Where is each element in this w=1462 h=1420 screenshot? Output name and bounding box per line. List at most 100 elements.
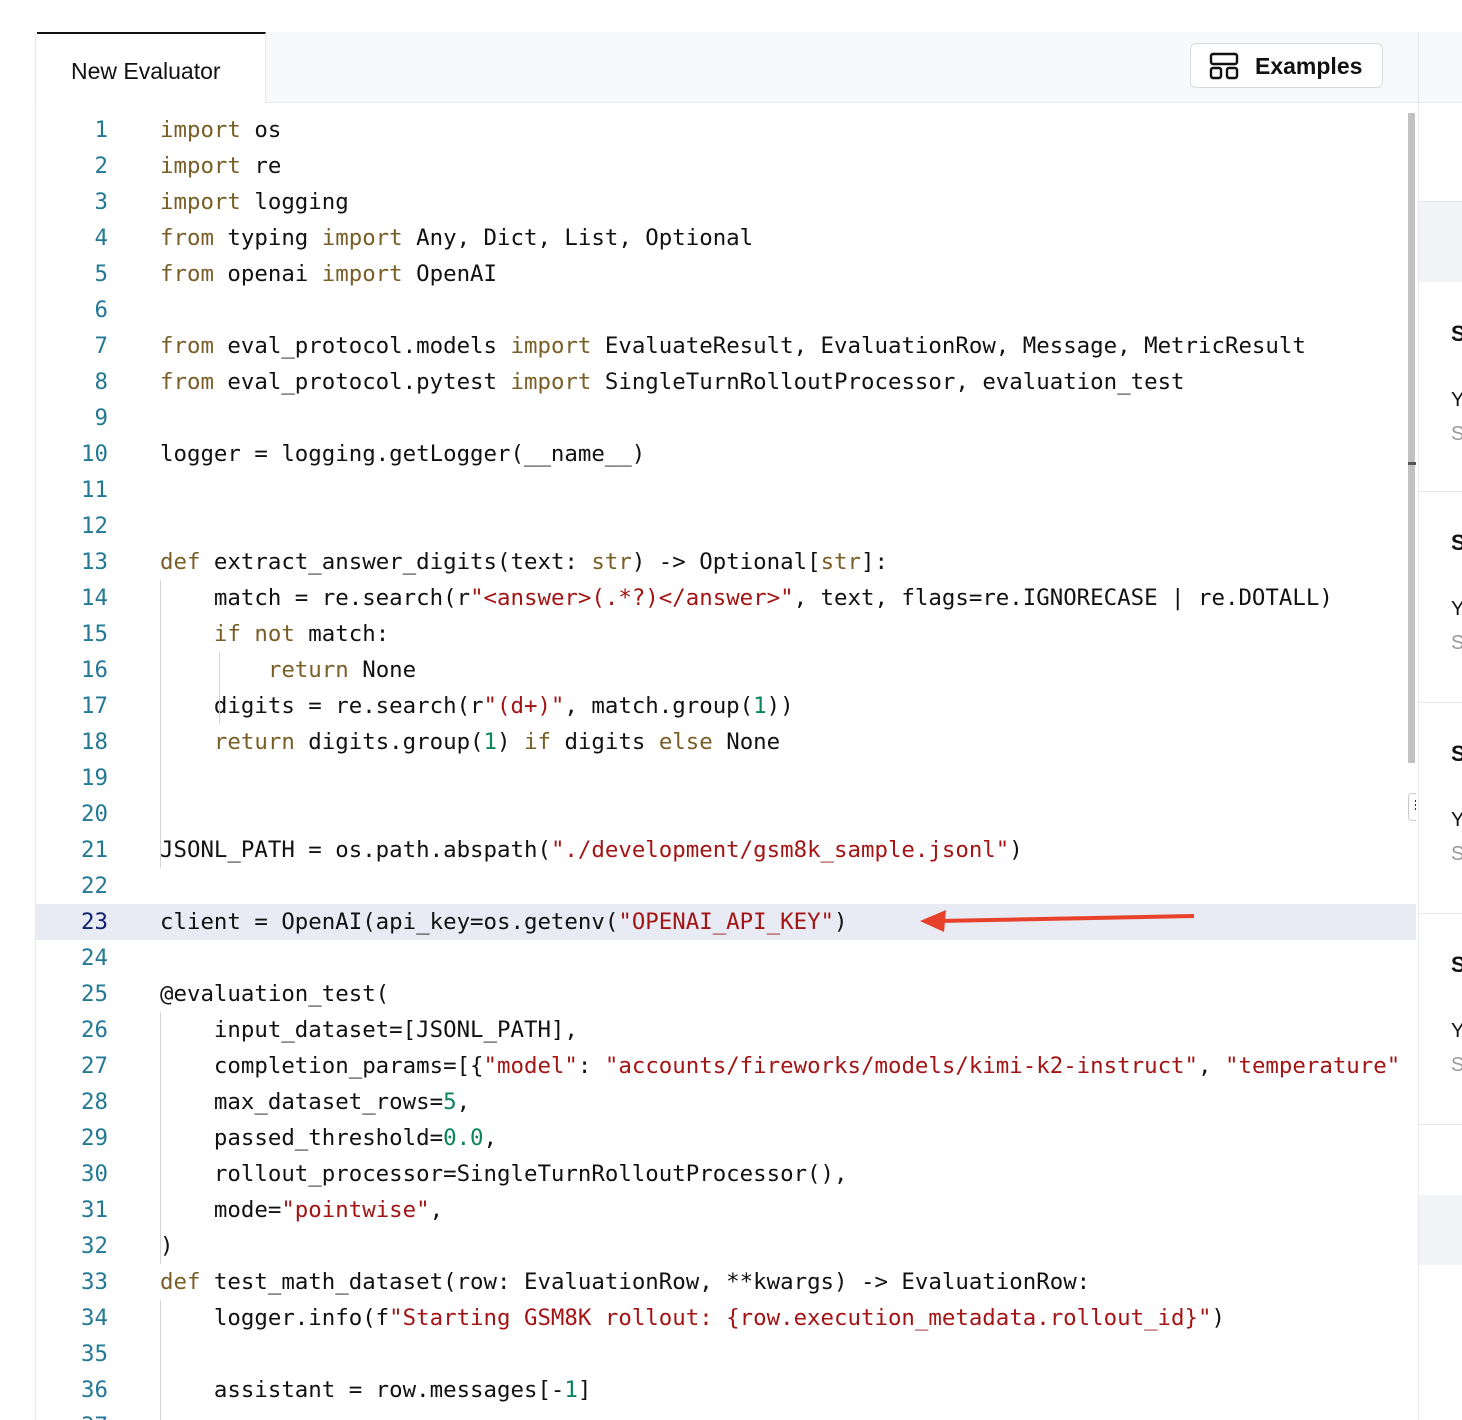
code-text: max_dataset_rows=5, — [160, 1084, 470, 1120]
code-line[interactable]: 29 passed_threshold=0.0, — [36, 1120, 1416, 1156]
line-number: 19 — [81, 765, 108, 791]
code-line[interactable]: 31 mode="pointwise", — [36, 1192, 1416, 1228]
code-token: "(d+)" — [483, 693, 565, 719]
code-token: from — [160, 261, 214, 287]
code-text: def extract_answer_digits(text: str) -> … — [160, 544, 888, 580]
code-token: : — [577, 1053, 605, 1079]
code-token: from — [160, 333, 214, 359]
side-panel-input[interactable] — [1419, 1195, 1462, 1265]
side-panel-section[interactable] — [1419, 103, 1462, 202]
code-line[interactable]: 18 return digits.group(1) if digits else… — [36, 724, 1416, 760]
code-text: @evaluation_test( — [160, 976, 389, 1012]
code-token: match: — [294, 621, 390, 647]
side-panel-card[interactable]: S Y S — [1419, 492, 1462, 703]
code-line[interactable]: 22 — [36, 868, 1416, 904]
code-token: , — [1198, 1053, 1225, 1079]
code-line[interactable]: 25 @evaluation_test( — [36, 976, 1416, 1012]
code-line[interactable]: 26 input_dataset=[JSONL_PATH], — [36, 1012, 1416, 1048]
code-text: JSONL_PATH = os.path.abspath("./developm… — [160, 832, 1023, 868]
code-line[interactable]: 8 from eval_protocol.pytest import Single… — [36, 364, 1416, 400]
code-line[interactable]: 4 from typing import Any, Dict, List, Opt… — [36, 220, 1416, 256]
code-line[interactable]: 32) — [36, 1228, 1416, 1264]
code-token: EvaluateResult, EvaluationRow, Message, … — [591, 333, 1306, 359]
code-text: client = OpenAI(api_key=os.getenv("OPENA… — [160, 904, 848, 940]
code-line[interactable]: 13 def extract_answer_digits(text: str) -… — [36, 544, 1416, 580]
code-line[interactable]: 35 — [36, 1336, 1416, 1372]
code-line[interactable]: 19 — [36, 760, 1416, 796]
side-panel-card[interactable]: S Y S — [1419, 283, 1462, 492]
code-line[interactable]: 10 logger = logging.getLogger(__name__) — [36, 436, 1416, 472]
code-text: digits = re.search(r"(d+)", match.group(… — [160, 688, 794, 724]
code-line[interactable]: 17 digits = re.search(r"(d+)", match.gro… — [36, 688, 1416, 724]
indent-guide — [219, 652, 220, 724]
code-line[interactable]: 11 — [36, 472, 1416, 508]
code-line[interactable]: 34 logger.info(f"Starting GSM8K rollout:… — [36, 1300, 1416, 1336]
drag-handle-icon[interactable]: ⠿ — [1408, 793, 1416, 821]
code-token: , text, flags=re.IGNORECASE | re.DOTALL) — [793, 585, 1333, 611]
line-number: 6 — [94, 297, 108, 323]
code-editor[interactable]: 3736 assistant = row.messages[-1]3534 lo… — [36, 103, 1416, 1420]
code-token: import — [160, 117, 241, 143]
card-title: S — [1451, 530, 1462, 555]
line-number: 26 — [81, 1017, 108, 1043]
code-token: extract_answer_digits(text: — [200, 549, 592, 575]
code-text: import os — [160, 112, 281, 148]
code-line[interactable]: 27 completion_params=[{"model": "account… — [36, 1048, 1416, 1084]
code-text: return None — [160, 652, 416, 688]
code-line[interactable]: 9 — [36, 400, 1416, 436]
line-number: 32 — [81, 1233, 108, 1259]
code-text: from typing import Any, Dict, List, Opti… — [160, 220, 753, 256]
code-line[interactable]: 30 rollout_processor=SingleTurnRolloutPr… — [36, 1156, 1416, 1192]
code-line[interactable]: 12 — [36, 508, 1416, 544]
line-number: 2 — [94, 153, 108, 179]
line-number: 4 — [94, 225, 108, 251]
code-line[interactable]: 20 — [36, 796, 1416, 832]
code-token: "pointwise" — [281, 1197, 430, 1223]
side-panel-card[interactable]: S Y S — [1419, 703, 1462, 914]
code-line[interactable]: 33 def test_math_dataset(row: EvaluationR… — [36, 1264, 1416, 1300]
code-token: else — [658, 729, 713, 755]
code-line[interactable]: 2 import re — [36, 148, 1416, 184]
code-line[interactable]: 1 import os — [36, 112, 1416, 148]
examples-button[interactable]: Examples — [1190, 43, 1383, 88]
card-subtext: S — [1451, 632, 1462, 654]
code-line[interactable]: 7 from eval_protocol.models import Evalua… — [36, 328, 1416, 364]
code-token: "temperature" — [1224, 1053, 1401, 1079]
left-gutter — [0, 32, 36, 1420]
code-line[interactable]: 15 if not match: — [36, 616, 1416, 652]
side-panel-header — [1419, 32, 1462, 103]
code-line[interactable]: 6 — [36, 292, 1416, 328]
code-text: from openai import OpenAI — [160, 256, 497, 292]
line-number: 5 — [94, 261, 108, 287]
line-number: 10 — [81, 441, 108, 467]
code-line[interactable]: 23 client = OpenAI(api_key=os.getenv("OPE… — [36, 904, 1416, 940]
code-text: mode="pointwise", — [160, 1192, 443, 1228]
code-token: return — [267, 657, 349, 683]
code-line[interactable]: 14 match = re.search(r"<answer>(.*?)</an… — [36, 580, 1416, 616]
code-token: Any, Dict, List, Optional — [402, 225, 754, 251]
line-number: 25 — [81, 981, 108, 1007]
line-number: 24 — [81, 945, 108, 971]
tab-new-evaluator[interactable]: New Evaluator — [37, 32, 266, 103]
code-line[interactable]: 37 — [36, 1408, 1416, 1420]
editor-tab-bar: New Evaluator Examples — [36, 32, 1418, 103]
code-text: from eval_protocol.models import Evaluat… — [160, 328, 1306, 364]
code-text: logger = logging.getLogger(__name__) — [160, 436, 645, 472]
code-line[interactable]: 28 max_dataset_rows=5, — [36, 1084, 1416, 1120]
code-line[interactable]: 3 import logging — [36, 184, 1416, 220]
code-line[interactable]: 36 assistant = row.messages[-1] — [36, 1372, 1416, 1408]
line-number: 15 — [81, 621, 108, 647]
code-line[interactable]: 21 JSONL_PATH = os.path.abspath("./develo… — [36, 832, 1416, 868]
side-panel-card[interactable]: S Y S — [1419, 914, 1462, 1125]
line-number: 3 — [94, 189, 108, 215]
line-number: 1 — [94, 117, 108, 143]
code-line[interactable]: 16 return None — [36, 652, 1416, 688]
code-line[interactable]: 5 from openai import OpenAI — [36, 256, 1416, 292]
code-token: import — [510, 369, 592, 395]
editor-scrollbar-thumb[interactable] — [1408, 113, 1415, 763]
code-token: , — [483, 1125, 498, 1151]
code-token: "model" — [483, 1053, 578, 1079]
code-line[interactable]: 24 — [36, 940, 1416, 976]
side-panel-selected-row[interactable] — [1419, 202, 1462, 282]
